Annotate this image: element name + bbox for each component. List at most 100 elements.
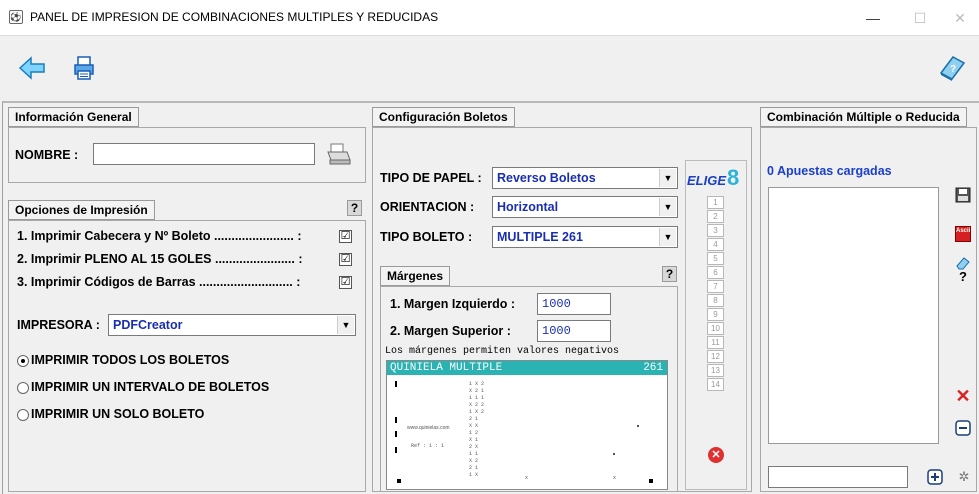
title-bar: ⚽ PANEL DE IMPRESION DE COMBINACIONES MU… xyxy=(0,0,979,36)
close-button[interactable]: ✕ xyxy=(940,6,979,30)
plus-box-icon xyxy=(927,469,943,485)
number-box[interactable]: 4 xyxy=(707,238,724,251)
svg-text:x: x xyxy=(525,475,528,481)
window-title: PANEL DE IMPRESION DE COMBINACIONES MULT… xyxy=(30,10,439,24)
paper-type-select[interactable]: Reverso Boletos ▼ xyxy=(492,167,678,189)
orientation-select[interactable]: Horizontal ▼ xyxy=(492,196,678,218)
radio-interval-tickets-label[interactable]: IMPRIMIR UN INTERVALO DE BOLETOS xyxy=(31,380,269,394)
number-box[interactable]: 13 xyxy=(707,364,724,377)
number-box[interactable]: 7 xyxy=(707,280,724,293)
paper-type-value: Reverso Boletos xyxy=(497,171,596,185)
number-box[interactable]: 12 xyxy=(707,350,724,363)
option-pleno-checkbox[interactable]: ☑ xyxy=(339,253,352,266)
svg-text:?: ? xyxy=(950,64,956,75)
printer-icon xyxy=(74,56,94,80)
svg-text:X X: X X xyxy=(469,423,478,429)
svg-text:X 2: X 2 xyxy=(469,458,478,464)
remove-button[interactable] xyxy=(953,418,973,438)
tab-margins[interactable]: Márgenes xyxy=(380,266,451,286)
add-button[interactable] xyxy=(925,467,945,487)
orientation-label: ORIENTACION : xyxy=(380,200,475,214)
number-box[interactable]: 9 xyxy=(707,308,724,321)
back-button[interactable] xyxy=(14,50,50,86)
save-button[interactable] xyxy=(953,185,973,205)
svg-text:1 1: 1 1 xyxy=(469,451,478,457)
options-help-button[interactable]: ? xyxy=(347,200,362,216)
number-box[interactable]: 10 xyxy=(707,322,724,335)
magic-wand-icon: ✲ xyxy=(958,469,970,484)
delete-x-icon: ✕ xyxy=(955,385,971,406)
svg-text:X 1: X 1 xyxy=(469,437,478,443)
number-box[interactable]: 11 xyxy=(707,336,724,349)
minimize-button[interactable]: — xyxy=(853,6,893,30)
scanner-button[interactable] xyxy=(325,140,353,168)
preview-title: QUINIELA MULTIPLE xyxy=(390,362,503,374)
option-header-label: 1. Imprimir Cabecera y Nº Boleto .......… xyxy=(17,229,302,243)
margins-help-button[interactable]: ? xyxy=(662,266,677,282)
chevron-down-icon: ▼ xyxy=(659,169,676,187)
left-margin-input[interactable]: 1000 xyxy=(537,293,611,315)
tab-general-info[interactable]: Información General xyxy=(8,107,139,127)
number-box[interactable]: 6 xyxy=(707,266,724,279)
name-input[interactable] xyxy=(93,143,315,165)
svg-text:2 1: 2 1 xyxy=(469,465,478,471)
chevron-down-icon: ▼ xyxy=(659,198,676,216)
tab-ticket-config[interactable]: Configuración Boletos xyxy=(372,107,515,127)
ascii-icon: Ascii xyxy=(955,226,971,242)
number-box[interactable]: 14 xyxy=(707,378,724,391)
app-icon: ⚽ xyxy=(9,10,23,24)
margins-note: Los márgenes permiten valores negativos xyxy=(385,346,620,357)
number-box[interactable]: 1 xyxy=(707,196,724,209)
combination-help-button[interactable]: ? xyxy=(953,266,973,286)
tab-print-options[interactable]: Opciones de Impresión xyxy=(8,200,155,220)
number-box[interactable]: 8 xyxy=(707,294,724,307)
ticket-type-value: MULTIPLE 261 xyxy=(497,230,583,244)
paper-type-label: TIPO DE PAPEL : xyxy=(380,171,482,185)
top-margin-input[interactable]: 1000 xyxy=(537,320,611,342)
radio-interval-tickets[interactable] xyxy=(17,382,29,394)
back-arrow-icon xyxy=(18,56,45,80)
option-pleno-label: 2. Imprimir PLENO AL 15 GOLES ..........… xyxy=(17,252,303,266)
number-box[interactable]: 3 xyxy=(707,224,724,237)
svg-text:1 X 2: 1 X 2 xyxy=(469,409,484,415)
chevron-down-icon: ▼ xyxy=(659,228,676,246)
printer-icon xyxy=(327,143,351,165)
number-box[interactable]: 2 xyxy=(707,210,724,223)
combination-input[interactable] xyxy=(768,466,908,488)
print-button[interactable] xyxy=(66,50,102,86)
printer-select[interactable]: PDFCreator ▼ xyxy=(108,314,356,336)
radio-single-ticket-label[interactable]: IMPRIMIR UN SOLO BOLETO xyxy=(31,407,204,421)
radio-all-tickets[interactable] xyxy=(17,355,29,367)
option-header-checkbox[interactable]: ☑ xyxy=(339,230,352,243)
ticket-type-select[interactable]: MULTIPLE 261 ▼ xyxy=(492,226,678,248)
toolbar: ? xyxy=(0,36,979,100)
svg-text:1 1 1: 1 1 1 xyxy=(469,395,484,401)
floppy-icon xyxy=(955,187,971,203)
wand-button[interactable]: ✲ xyxy=(954,467,974,487)
top-margin-label: 2. Margen Superior : xyxy=(390,324,511,338)
svg-text:X 2 1: X 2 1 xyxy=(469,388,484,394)
tab-combination[interactable]: Combinación Múltiple o Reducida xyxy=(760,107,967,127)
ascii-export-button[interactable]: Ascii xyxy=(953,224,973,244)
printer-value: PDFCreator xyxy=(113,318,183,332)
maximize-button[interactable]: ☐ xyxy=(900,6,940,30)
chevron-down-icon: ▼ xyxy=(337,316,354,334)
svg-text:1 2: 1 2 xyxy=(469,430,478,436)
preview-marks: 1 X 2X 2 11 1 1 X 2 21 X 22 1 X X1 2X 1 … xyxy=(395,381,653,483)
help-button[interactable]: ? xyxy=(934,50,970,86)
option-barcode-checkbox[interactable]: ☑ xyxy=(339,276,352,289)
svg-text:1 X 2: 1 X 2 xyxy=(469,381,484,387)
name-label: NOMBRE : xyxy=(15,148,79,162)
svg-text:Ref : 1 : 1: Ref : 1 : 1 xyxy=(411,443,444,449)
combination-list[interactable] xyxy=(768,187,939,444)
left-margin-label: 1. Margen Izquierdo : xyxy=(390,297,516,311)
orientation-value: Horizontal xyxy=(497,200,559,214)
delete-button[interactable]: ✕ xyxy=(953,386,973,406)
radio-all-tickets-label[interactable]: IMPRIMIR TODOS LOS BOLETOS xyxy=(31,353,229,367)
number-box[interactable]: 5 xyxy=(707,252,724,265)
svg-text:x: x xyxy=(613,475,616,481)
clear-numbers-button[interactable]: ✕ xyxy=(708,447,724,463)
radio-single-ticket[interactable] xyxy=(17,409,29,421)
ticket-preview: QUINIELA MULTIPLE 261 www.quinielas.com … xyxy=(386,360,668,490)
svg-text:X 2 2: X 2 2 xyxy=(469,402,484,408)
